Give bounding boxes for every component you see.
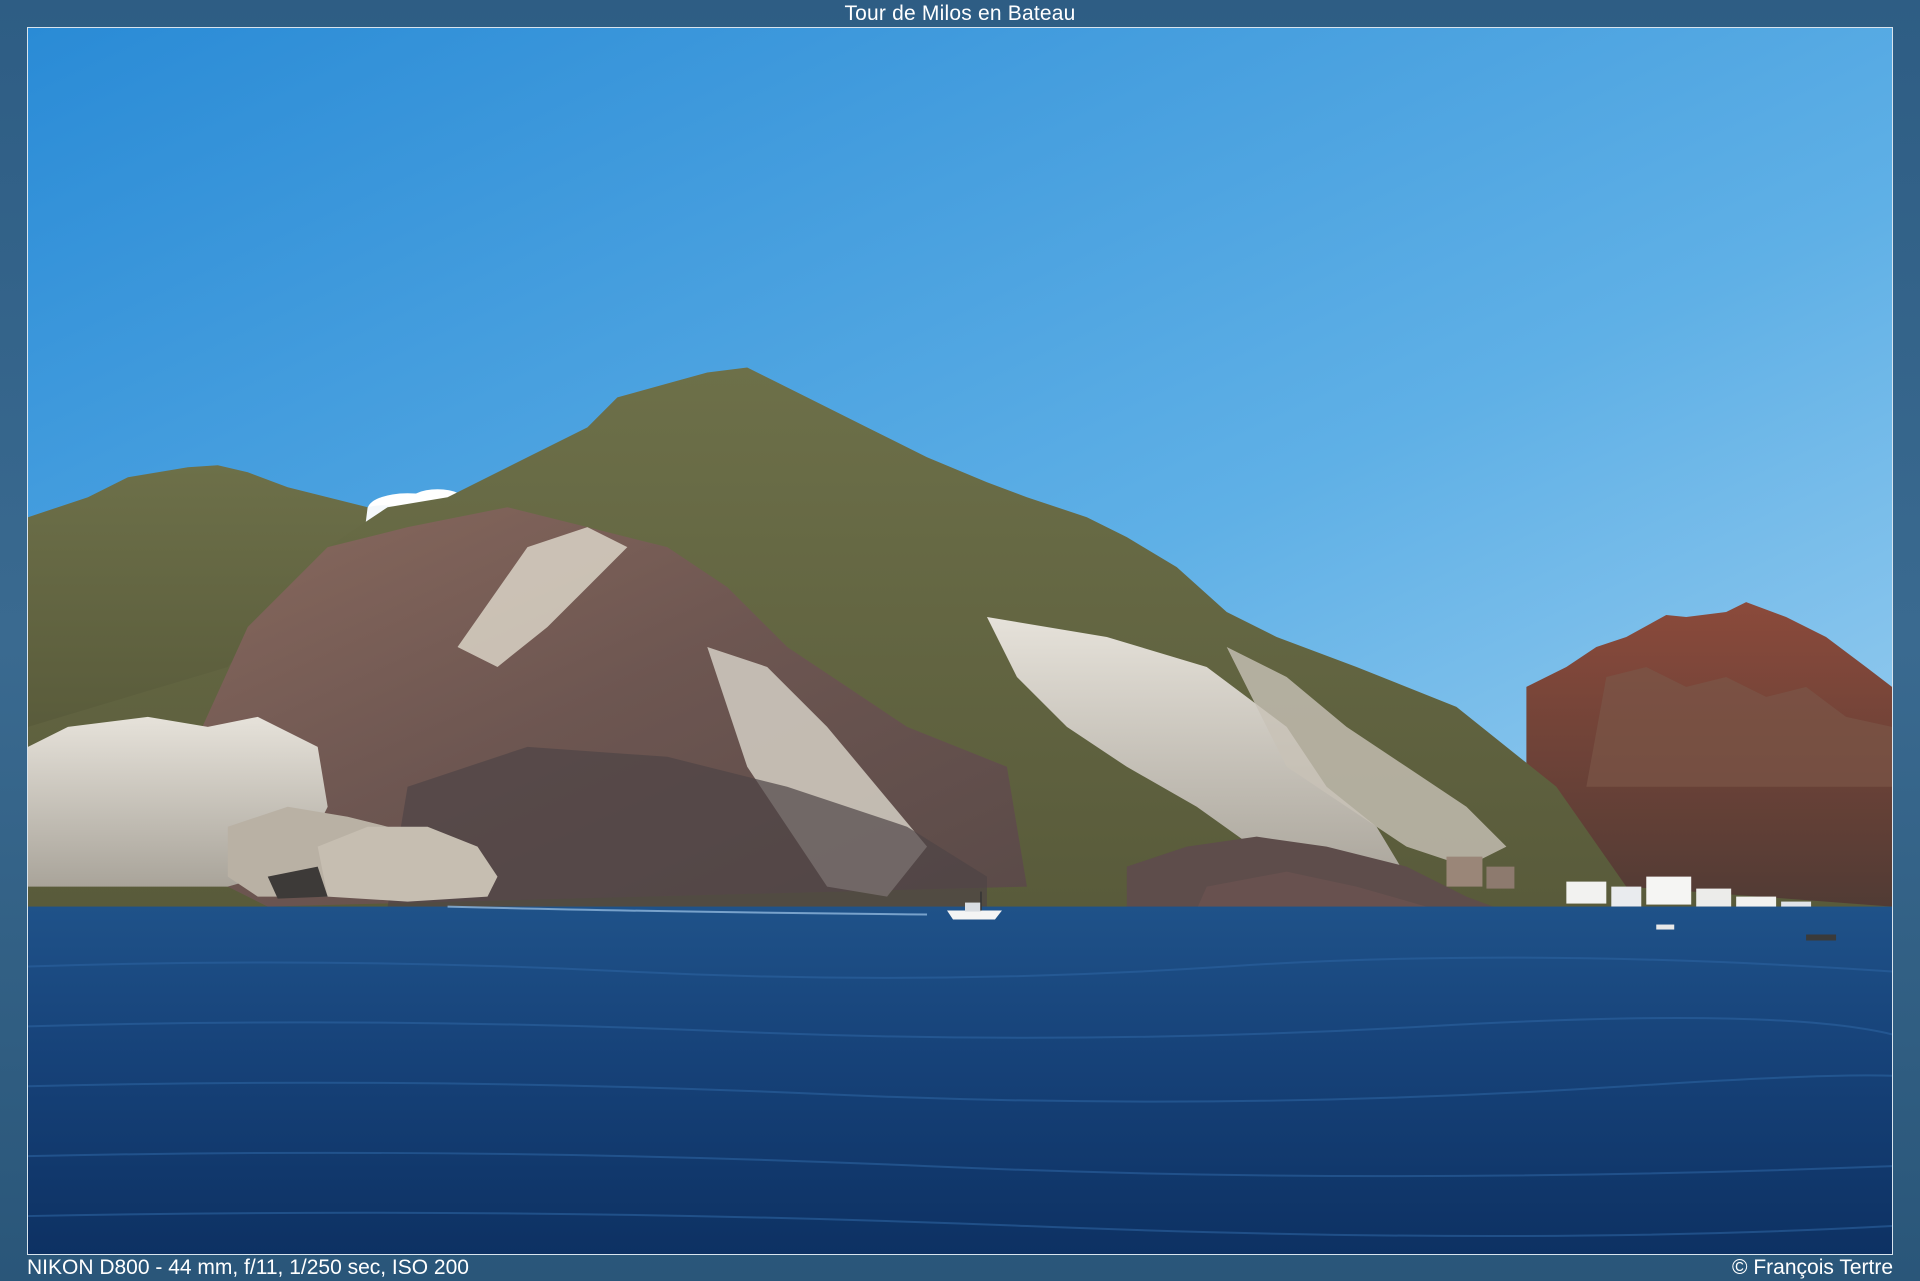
landscape-photo <box>28 28 1892 1254</box>
photo-title: Tour de Milos en Bateau <box>844 2 1076 25</box>
exif-info: NIKON D800 - 44 mm, f/11, 1/250 sec, ISO… <box>27 1256 469 1279</box>
copyright-notice: © François Tertre <box>1732 1256 1893 1279</box>
photo-footer: NIKON D800 - 44 mm, f/11, 1/250 sec, ISO… <box>0 1255 1920 1281</box>
photo <box>27 27 1893 1255</box>
